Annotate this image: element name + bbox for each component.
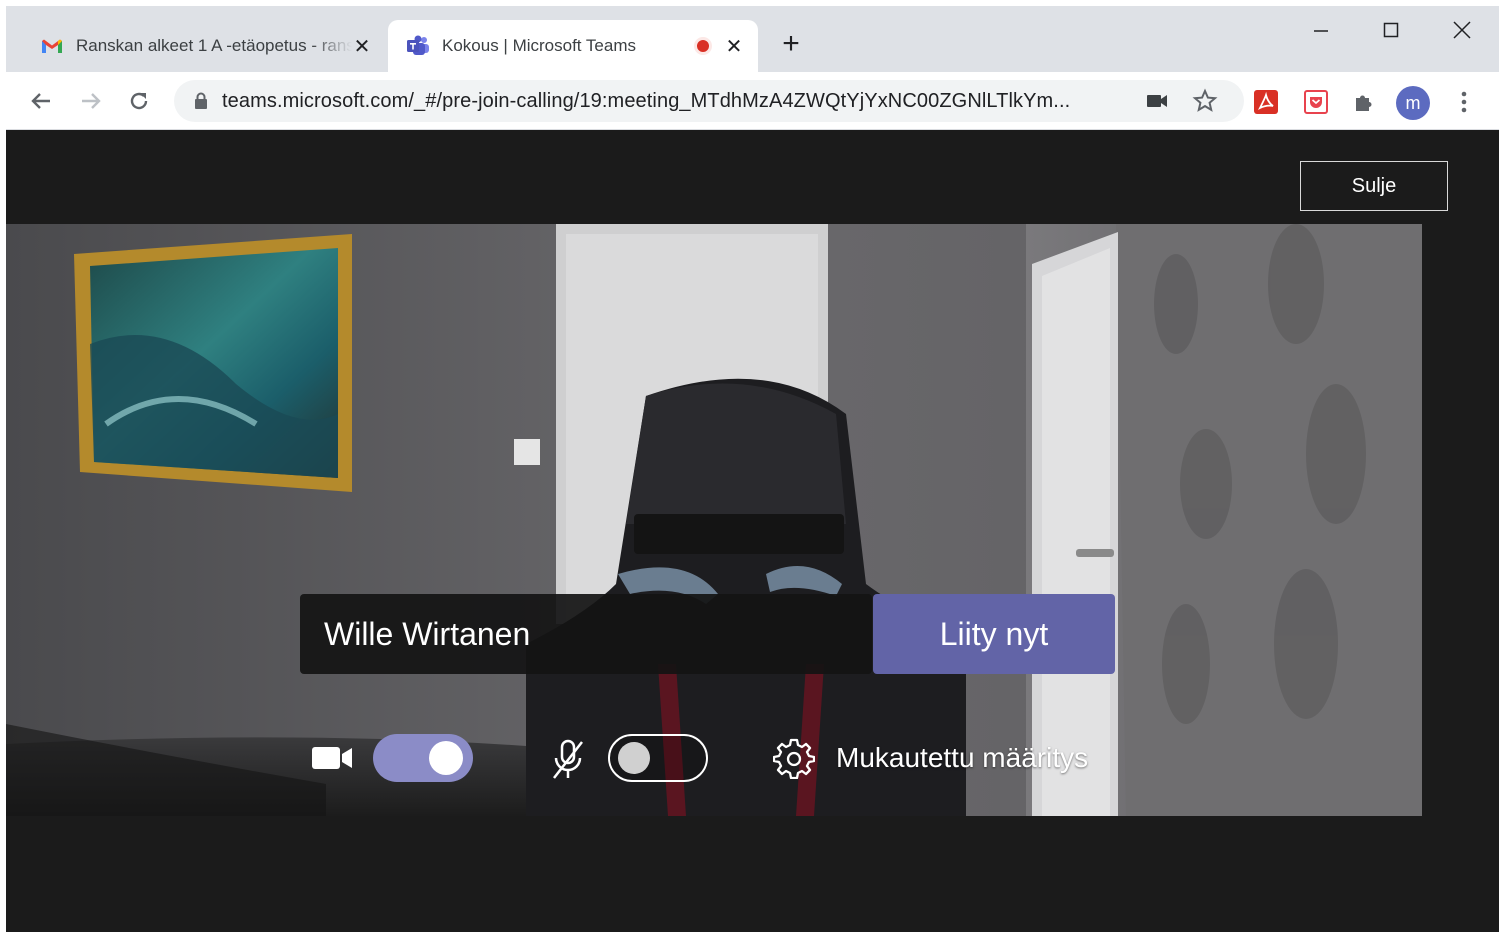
arrow-left-icon bbox=[31, 93, 50, 109]
camera-toggle[interactable] bbox=[373, 734, 473, 782]
maximize-icon bbox=[1383, 22, 1399, 38]
minimize-icon bbox=[1314, 30, 1328, 32]
tab-strip: Ranskan alkeet 1 A -etäopetus - ranska ✕… bbox=[6, 6, 1499, 72]
maximize-button[interactable] bbox=[1356, 6, 1426, 54]
more-menu-icon[interactable] bbox=[1450, 88, 1478, 116]
address-bar[interactable]: teams.microsoft.com/_#/pre-join-calling/… bbox=[174, 80, 1244, 122]
teams-prejoin-screen: Sulje Wille Wirtanen Liity nyt Mukautett… bbox=[6, 130, 1499, 932]
teams-icon bbox=[406, 35, 430, 56]
close-button[interactable]: Sulje bbox=[1300, 161, 1448, 211]
profile-avatar[interactable]: m bbox=[1396, 86, 1430, 120]
puzzle-extensions-icon[interactable] bbox=[1350, 88, 1378, 116]
reload-icon bbox=[130, 92, 148, 110]
bookmark-star-icon[interactable] bbox=[1192, 88, 1218, 119]
minimize-button[interactable] bbox=[1286, 6, 1356, 54]
tab-close-icon[interactable]: ✕ bbox=[352, 36, 372, 58]
toggle-knob bbox=[429, 741, 463, 775]
tab-title: Kokous | Microsoft Teams bbox=[442, 36, 637, 55]
display-name-field[interactable]: Wille Wirtanen bbox=[300, 594, 872, 674]
close-icon bbox=[1453, 21, 1471, 39]
url-text: teams.microsoft.com/_#/pre-join-calling/… bbox=[222, 89, 1071, 112]
browser-window: Ranskan alkeet 1 A -etäopetus - ranska ✕… bbox=[6, 6, 1499, 932]
lock-icon bbox=[195, 92, 207, 109]
avatar-initial: m bbox=[1396, 86, 1430, 120]
pocket-extension-icon[interactable] bbox=[1302, 88, 1330, 116]
toggle-knob bbox=[618, 742, 650, 774]
device-controls: Mukautettu määritys bbox=[6, 728, 1422, 788]
close-window-button[interactable] bbox=[1427, 6, 1497, 54]
camera-preview: Wille Wirtanen Liity nyt Mukautettu määr… bbox=[6, 224, 1422, 816]
reload-button[interactable] bbox=[122, 84, 156, 118]
forward-button[interactable] bbox=[74, 84, 108, 118]
camera-icon bbox=[310, 740, 354, 776]
tab-gmail[interactable]: Ranskan alkeet 1 A -etäopetus - ranska ✕ bbox=[22, 20, 386, 72]
tab-close-icon[interactable]: ✕ bbox=[724, 36, 744, 58]
new-tab-button[interactable]: + bbox=[776, 29, 806, 60]
recording-indicator-icon bbox=[694, 37, 712, 55]
camera-in-use-icon[interactable] bbox=[1146, 91, 1168, 116]
tab-teams[interactable]: Kokous | Microsoft Teams ✕ bbox=[388, 20, 758, 72]
back-button[interactable] bbox=[24, 84, 58, 118]
device-settings-label[interactable]: Mukautettu määritys bbox=[836, 742, 1088, 774]
tab-title: Ranskan alkeet 1 A -etäopetus - ranska bbox=[76, 36, 352, 55]
mic-off-icon bbox=[546, 738, 590, 782]
gear-icon[interactable] bbox=[772, 736, 816, 780]
microphone-toggle[interactable] bbox=[608, 734, 708, 782]
arrow-right-icon bbox=[82, 93, 101, 109]
gmail-icon bbox=[40, 36, 64, 56]
join-now-button[interactable]: Liity nyt bbox=[873, 594, 1115, 674]
browser-toolbar: teams.microsoft.com/_#/pre-join-calling/… bbox=[6, 72, 1499, 130]
pdf-extension-icon[interactable] bbox=[1252, 88, 1280, 116]
